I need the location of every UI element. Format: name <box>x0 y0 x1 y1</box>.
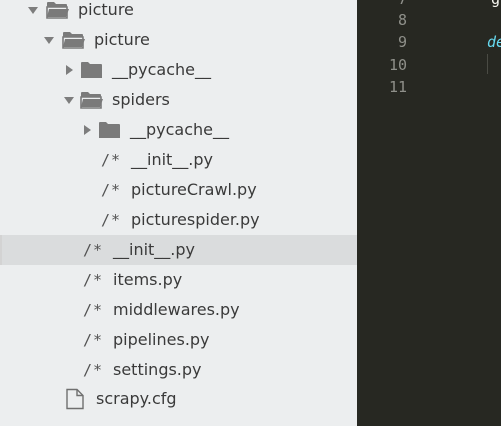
tree-file-row[interactable]: /* settings.py <box>0 355 357 385</box>
tree-file-row[interactable]: /* pipelines.py <box>0 325 357 355</box>
code-fragment-line-9: de <box>487 33 501 51</box>
tree-item-label: items.py <box>113 270 183 289</box>
tree-file-row[interactable]: /* middlewares.py <box>0 295 357 325</box>
app-window: picture picture __pycache__ spiders __pycach… <box>0 0 501 426</box>
tree-folder-row[interactable]: __pycache__ <box>0 55 357 85</box>
python-file-icon: /* <box>83 301 104 319</box>
folder-icon <box>98 120 122 140</box>
chevron-right-icon[interactable] <box>62 63 76 77</box>
file-icon <box>64 388 86 410</box>
tree-item-label: picturespider.py <box>131 210 260 229</box>
tree-file-row[interactable]: /* items.py <box>0 265 357 295</box>
python-file-icon: /* <box>83 361 104 379</box>
indent-guide <box>487 54 488 74</box>
tree-file-row[interactable]: /* __init__.py <box>0 235 357 265</box>
tree-folder-row[interactable]: spiders <box>0 85 357 115</box>
tree-folder-row[interactable]: picture <box>0 25 357 55</box>
tree-file-row[interactable]: /* picturespider.py <box>0 205 357 235</box>
tree-file-row[interactable]: /* pictureCrawl.py <box>0 175 357 205</box>
tree-item-label: __pycache__ <box>112 60 212 79</box>
selection-marker <box>0 235 2 265</box>
line-number: 9 <box>397 33 407 51</box>
chevron-down-icon[interactable] <box>26 3 40 17</box>
line-number: 8 <box>397 11 407 29</box>
tree-item-label: picture <box>78 0 134 19</box>
tree-item-label: picture <box>94 30 150 49</box>
python-file-icon: /* <box>101 181 122 199</box>
tree-item-label: scrapy.cfg <box>96 389 177 408</box>
tree-item-label: settings.py <box>113 360 202 379</box>
python-file-icon: /* <box>83 331 104 349</box>
tree-item-label: __init__.py <box>131 150 214 169</box>
chevron-down-icon[interactable] <box>62 93 76 107</box>
tree-file-row[interactable]: /* __init__.py <box>0 145 357 175</box>
tree-item-label: pictureCrawl.py <box>131 180 257 199</box>
tree-folder-row[interactable]: picture <box>0 0 357 25</box>
tree-item-label: pipelines.py <box>113 330 210 349</box>
code-editor[interactable]: g 7 8 9 10 11 de <box>357 0 501 426</box>
python-file-icon: /* <box>101 151 122 169</box>
folder-open-icon <box>46 0 70 20</box>
folder-icon <box>80 60 104 80</box>
tree-item-label: middlewares.py <box>113 300 240 319</box>
folder-open-icon <box>80 90 104 110</box>
tree-file-row[interactable]: scrapy.cfg <box>0 384 357 414</box>
python-file-icon: /* <box>83 271 104 289</box>
folder-open-icon <box>62 30 86 50</box>
python-file-icon: /* <box>83 241 104 259</box>
line-number: 11 <box>388 78 407 96</box>
python-file-icon: /* <box>101 211 122 229</box>
chevron-right-icon[interactable] <box>80 123 94 137</box>
line-number: 10 <box>388 56 407 74</box>
tree-item-label: __pycache__ <box>130 120 230 139</box>
code-fragment-line-7: g <box>491 0 500 10</box>
tree-item-label: spiders <box>112 90 170 109</box>
file-tree-sidebar: picture picture __pycache__ spiders __pycach… <box>0 0 357 426</box>
tree-item-label: __init__.py <box>113 240 196 259</box>
chevron-down-icon[interactable] <box>42 33 56 47</box>
tree-folder-row[interactable]: __pycache__ <box>0 115 357 145</box>
